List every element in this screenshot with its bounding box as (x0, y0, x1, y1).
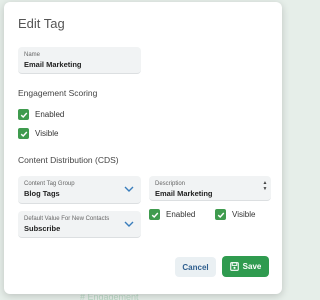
description-value: Email Marketing (155, 189, 213, 198)
modal-title: Edit Tag (18, 16, 65, 31)
save-button[interactable]: Save (222, 256, 269, 277)
check-icon (149, 209, 160, 220)
engagement-visible-label: Visible (35, 129, 59, 138)
engagement-enabled-label: Enabled (35, 110, 65, 119)
content-tag-group-select[interactable]: Content Tag Group Blog Tags (18, 176, 141, 204)
engagement-enabled-checkbox[interactable]: Enabled (18, 109, 64, 120)
check-icon (215, 209, 226, 220)
cds-visible-checkbox[interactable]: Visible (215, 209, 255, 220)
content-distribution-heading: Content Distribution (CDS) (18, 155, 119, 165)
save-label: Save (242, 262, 262, 271)
name-field[interactable]: Name Email Marketing (18, 47, 141, 74)
cds-visible-label: Visible (232, 210, 256, 219)
engagement-visible-checkbox[interactable]: Visible (18, 128, 58, 139)
chevron-down-icon (124, 186, 134, 192)
description-field[interactable]: Description Email Marketing ▲ ▼ (149, 176, 271, 201)
content-tag-group-label: Content Tag Group (24, 181, 75, 187)
cancel-button[interactable]: Cancel (175, 257, 216, 277)
cds-enabled-label: Enabled (166, 210, 196, 219)
chevron-down-icon (124, 221, 134, 227)
check-icon (18, 128, 29, 139)
save-icon (229, 262, 239, 271)
name-value: Email Marketing (24, 60, 82, 69)
description-label: Description (155, 181, 186, 187)
content-tag-group-value: Blog Tags (24, 189, 60, 198)
edit-tag-modal: Edit Tag Name Email Marketing Engagement… (4, 2, 282, 294)
engagement-scoring-heading: Engagement Scoring (18, 88, 98, 98)
cds-enabled-checkbox[interactable]: Enabled (149, 209, 195, 220)
default-value-select[interactable]: Default Value For New Contacts Subscribe (18, 211, 141, 238)
check-icon (18, 109, 29, 120)
scroll-arrows-icon[interactable]: ▲ ▼ (262, 180, 268, 200)
default-value-value: Subscribe (24, 224, 61, 233)
default-value-label: Default Value For New Contacts (24, 216, 110, 222)
name-label: Name (24, 52, 41, 58)
